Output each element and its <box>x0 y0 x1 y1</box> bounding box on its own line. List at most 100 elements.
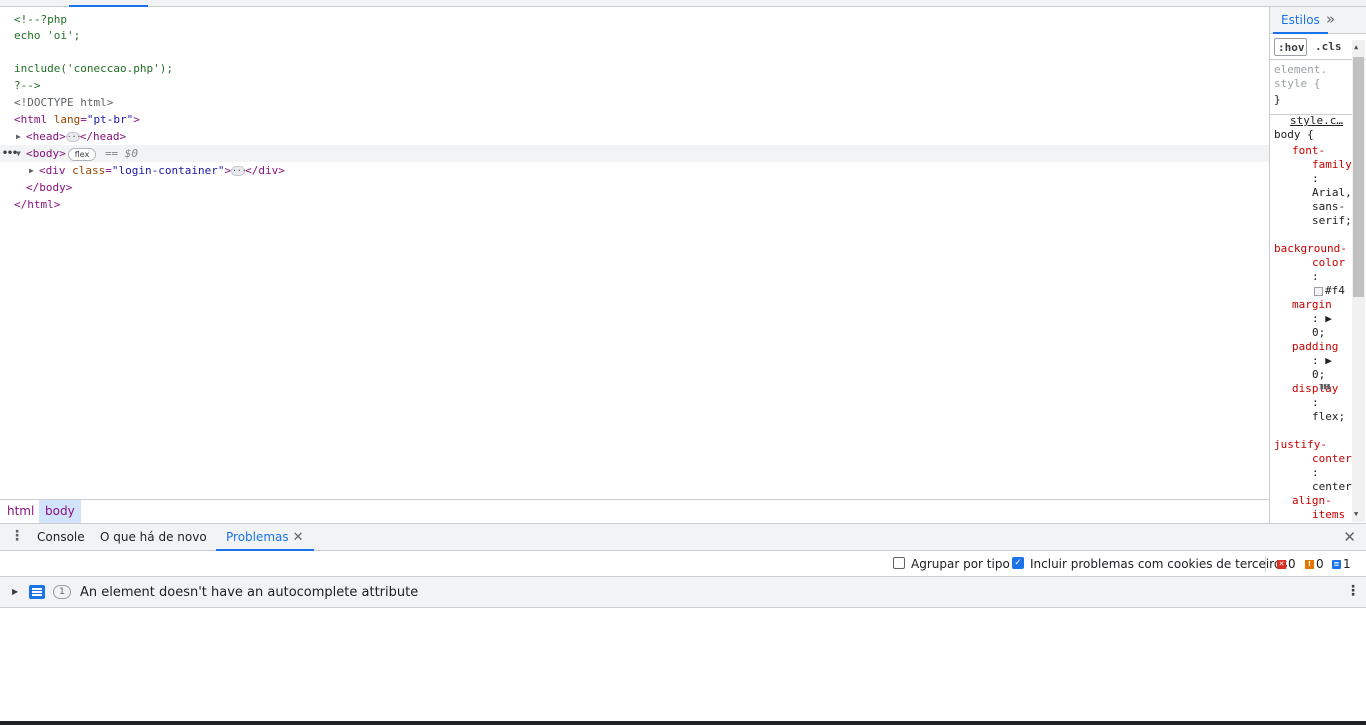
css-value[interactable]: 0; <box>1312 368 1325 382</box>
css-colon: : <box>1312 396 1319 409</box>
tag-name: <html <box>14 113 48 126</box>
stylesheet-source-link[interactable]: style.c… <box>1290 114 1343 128</box>
breadcrumb-item-html[interactable]: html <box>1 500 40 523</box>
tab-whats-new[interactable]: O que há de novo <box>100 524 207 551</box>
attr-value: "pt-br" <box>86 113 134 126</box>
dom-html-open[interactable]: <html lang="pt-br"> <box>14 111 140 128</box>
close-icon[interactable]: ✕ <box>293 530 304 545</box>
elements-tree: <!--?php echo 'oi'; include('coneccao.ph… <box>0 7 1269 499</box>
dom-comment-include[interactable]: include('coneccao.php'); <box>14 60 173 77</box>
dom-comment-php-open[interactable]: <!--?php <box>14 11 67 28</box>
issues-toolbar: Agrupar por tipo ✓ Incluir problemas com… <box>0 551 1366 577</box>
tag-name: </body> <box>26 181 73 194</box>
css-value[interactable]: flex; <box>1312 410 1345 424</box>
css-prop-background-color[interactable]: color <box>1312 256 1345 270</box>
css-prop-align-items[interactable]: items <box>1312 508 1345 522</box>
css-prop-justify-content[interactable]: conter <box>1312 452 1352 466</box>
issue-menu-kebab-icon[interactable]: ⋮ <box>1346 583 1360 599</box>
tag-name: </div> <box>245 164 285 177</box>
expand-triangle-icon[interactable]: ▶ <box>16 128 26 145</box>
tag-name: <body> <box>26 147 66 160</box>
dom-comment-php-close[interactable]: ?--> <box>14 77 41 94</box>
ellipsis-icon[interactable]: ··· <box>231 166 247 176</box>
scroll-down-arrow-icon[interactable]: ▼ <box>1354 510 1358 518</box>
element-style-selector: element. <box>1274 63 1327 76</box>
error-icon: ✕ <box>1277 560 1286 569</box>
css-prop-padding[interactable]: padding <box>1292 340 1338 354</box>
tab-issues[interactable]: Problemas ✕ <box>216 524 314 551</box>
css-colon: : <box>1312 172 1319 185</box>
dom-comment-echo[interactable]: echo 'oi'; <box>14 27 80 44</box>
css-prop-font-family[interactable]: family <box>1312 158 1352 172</box>
group-by-type-label[interactable]: Agrupar por tipo <box>911 551 1010 577</box>
hov-toggle-button[interactable]: :hov <box>1274 38 1307 56</box>
css-colon-expand[interactable]: : ▶ <box>1312 312 1332 326</box>
css-prop-justify-content[interactable]: justify- <box>1274 438 1327 452</box>
breadcrumb-item-body[interactable]: body <box>39 500 81 523</box>
attr-name: class <box>72 164 106 177</box>
expand-triangle-icon[interactable]: ▶ <box>29 162 39 179</box>
dom-doctype[interactable]: <!DOCTYPE html> <box>14 94 113 111</box>
devtools-top-tabs-strip <box>0 0 1366 7</box>
more-dots-icon[interactable]: ••• <box>2 145 18 162</box>
tab-styles[interactable]: Estilos <box>1273 7 1328 34</box>
drawer-menu-kebab-icon[interactable]: ⋮ <box>10 528 24 544</box>
css-prop-margin[interactable]: margin <box>1292 298 1332 312</box>
tag-name: </head> <box>79 130 127 143</box>
drawer-close-icon[interactable]: ✕ <box>1343 528 1356 546</box>
group-by-type-checkbox[interactable] <box>893 557 905 569</box>
css-selector[interactable]: body { <box>1274 128 1314 142</box>
css-colon-expand[interactable]: : ▶ <box>1312 354 1332 368</box>
doctype-text: <!DOCTYPE html> <box>14 96 114 109</box>
flex-badge[interactable]: flex <box>67 147 97 161</box>
tab-console[interactable]: Console <box>37 524 85 551</box>
tag-name: <head> <box>26 130 66 143</box>
scrollbar-thumb[interactable] <box>1353 57 1364 297</box>
css-value[interactable]: serif; <box>1312 214 1352 228</box>
styles-scrollbar[interactable]: ▲ ▼ <box>1352 40 1365 522</box>
color-swatch-icon[interactable] <box>1314 286 1323 296</box>
ellipsis-icon[interactable]: ··· <box>65 132 81 142</box>
attr-name: lang <box>53 113 81 126</box>
info-count[interactable]: ≡ 1 <box>1332 557 1351 571</box>
more-tabs-chevron-icon[interactable]: » <box>1326 10 1335 28</box>
css-prop-align-items[interactable]: align- <box>1292 494 1332 508</box>
css-value[interactable]: center <box>1312 480 1352 494</box>
tag-name: </html> <box>14 198 61 211</box>
dom-body-selected[interactable]: ••• ▼ <body> flex == $0 <box>0 145 1269 162</box>
css-value-color[interactable]: #f4 <box>1314 284 1345 298</box>
comment-text: <!--?php <box>14 13 67 26</box>
css-value[interactable]: sans- <box>1312 200 1345 214</box>
tag-name: <div <box>39 164 66 177</box>
issue-count-badge: 1 <box>53 585 71 599</box>
scroll-up-arrow-icon[interactable]: ▲ <box>1354 43 1358 51</box>
selected-ref: == $0 <box>104 147 139 160</box>
css-value[interactable]: Arial, <box>1312 186 1352 200</box>
issue-row[interactable]: ▶ 1 An element doesn't have an autocompl… <box>0 577 1366 608</box>
dom-body-close[interactable]: </body> <box>26 179 72 196</box>
info-message-icon: ≡ <box>1332 560 1341 569</box>
include-third-party-label[interactable]: Incluir problemas com cookies de terceir… <box>1030 551 1287 577</box>
warning-count[interactable]: ! 0 <box>1305 557 1324 571</box>
css-prop-display[interactable]: display <box>1292 382 1338 396</box>
dom-head[interactable]: ▶ <head>···</head> <box>16 128 126 145</box>
info-count-value: 1 <box>1343 557 1351 571</box>
issue-title[interactable]: An element doesn't have an autocomplete … <box>80 577 418 608</box>
expand-triangle-icon[interactable]: ▶ <box>12 587 18 596</box>
window-bottom-edge <box>0 721 1366 725</box>
tag-end: > <box>224 164 232 177</box>
include-third-party-checkbox[interactable]: ✓ <box>1012 557 1024 569</box>
flexbox-editor-icon[interactable]: ▮▮▮ <box>1319 382 1331 392</box>
error-count[interactable]: ✕ 0 <box>1277 557 1296 571</box>
cls-toggle-button[interactable]: .cls <box>1315 38 1342 56</box>
dom-div-login-container[interactable]: ▶ <div class="login-container">···</div> <box>29 162 285 179</box>
css-value[interactable]: 0; <box>1312 326 1325 340</box>
dom-html-close[interactable]: </html> <box>14 196 60 213</box>
comment-text: ?--> <box>14 79 41 92</box>
breadcrumb: html body <box>0 499 1269 523</box>
error-count-value: 0 <box>1288 557 1296 571</box>
css-prop-background-color[interactable]: background- <box>1274 242 1347 256</box>
collapse-triangle-icon[interactable]: ▼ <box>16 145 26 162</box>
css-prop-font-family[interactable]: font- <box>1292 144 1325 158</box>
tab-issues-label: Problemas <box>226 530 289 544</box>
